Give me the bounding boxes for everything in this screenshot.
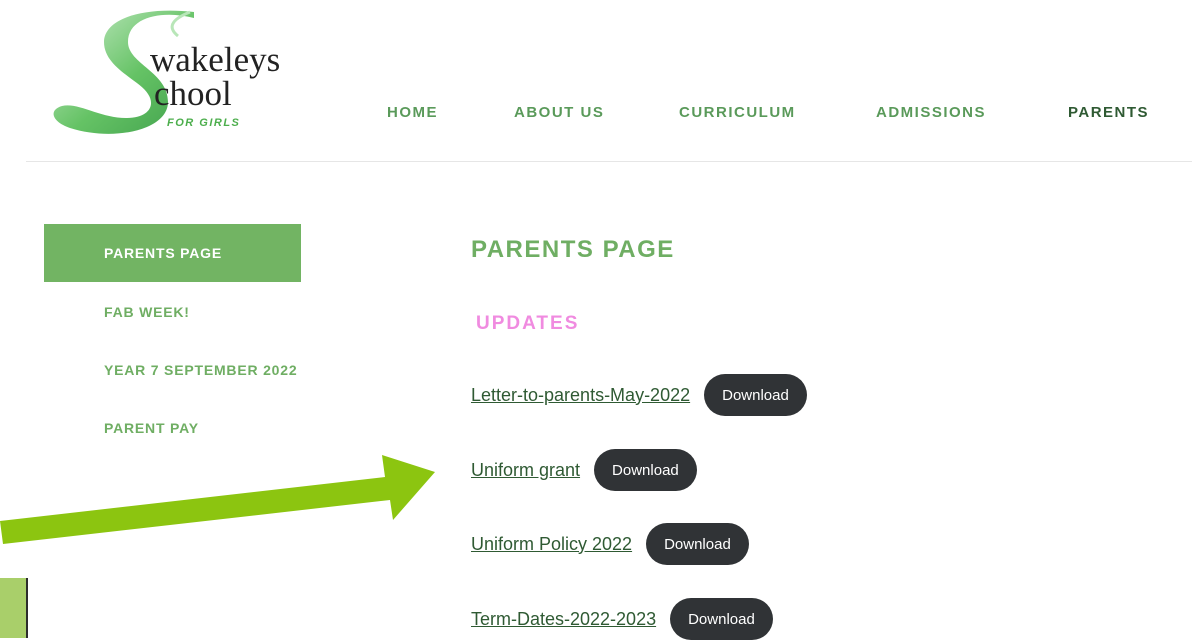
annotation-arrow-icon [0,455,435,544]
file-row: Uniform grant Download [471,448,697,492]
sidebar-item-year7-september[interactable]: YEAR 7 SEPTEMBER 2022 [44,341,301,399]
nav-parents[interactable]: PARENTS [1068,104,1149,121]
file-link-uniform-policy[interactable]: Uniform Policy 2022 [471,534,632,555]
file-link-letter-to-parents[interactable]: Letter-to-parents-May-2022 [471,385,690,406]
sidebar-item-label: PARENT PAY [104,420,199,436]
edge-green-block [0,578,28,638]
page-title: PARENTS PAGE [471,236,675,263]
logo-wordmark-line1: wakeleys [150,40,281,79]
logo-tagline: FOR GIRLS [167,117,241,129]
download-button[interactable]: Download [594,449,697,491]
school-logo[interactable]: wakeleys chool FOR GIRLS [44,6,304,146]
sidebar-item-fab-week[interactable]: FAB WEEK! [44,283,301,341]
header-divider [26,161,1192,162]
file-row: Term-Dates-2022-2023 Download [471,597,773,641]
download-button[interactable]: Download [646,523,749,565]
sidebar-item-label: FAB WEEK! [104,304,190,320]
section-title-updates: UPDATES [476,313,580,334]
download-button[interactable]: Download [704,374,807,416]
sidebar-item-parents-page[interactable]: PARENTS PAGE [44,224,301,282]
sidebar-item-label: PARENTS PAGE [104,245,222,261]
file-link-term-dates[interactable]: Term-Dates-2022-2023 [471,609,656,630]
nav-curriculum[interactable]: CURRICULUM [679,104,796,121]
site-header: wakeleys chool FOR GIRLS HOME ABOUT US C… [0,0,1192,162]
file-row: Letter-to-parents-May-2022 Download [471,373,807,417]
logo-wordmark-line2: chool [154,74,232,113]
sidebar-item-label: YEAR 7 SEPTEMBER 2022 [104,362,298,378]
nav-admissions[interactable]: ADMISSIONS [876,104,986,121]
file-row: Uniform Policy 2022 Download [471,522,749,566]
nav-about-us[interactable]: ABOUT US [514,104,604,121]
file-link-uniform-grant[interactable]: Uniform grant [471,460,580,481]
nav-home[interactable]: HOME [387,104,438,121]
download-button[interactable]: Download [670,598,773,640]
